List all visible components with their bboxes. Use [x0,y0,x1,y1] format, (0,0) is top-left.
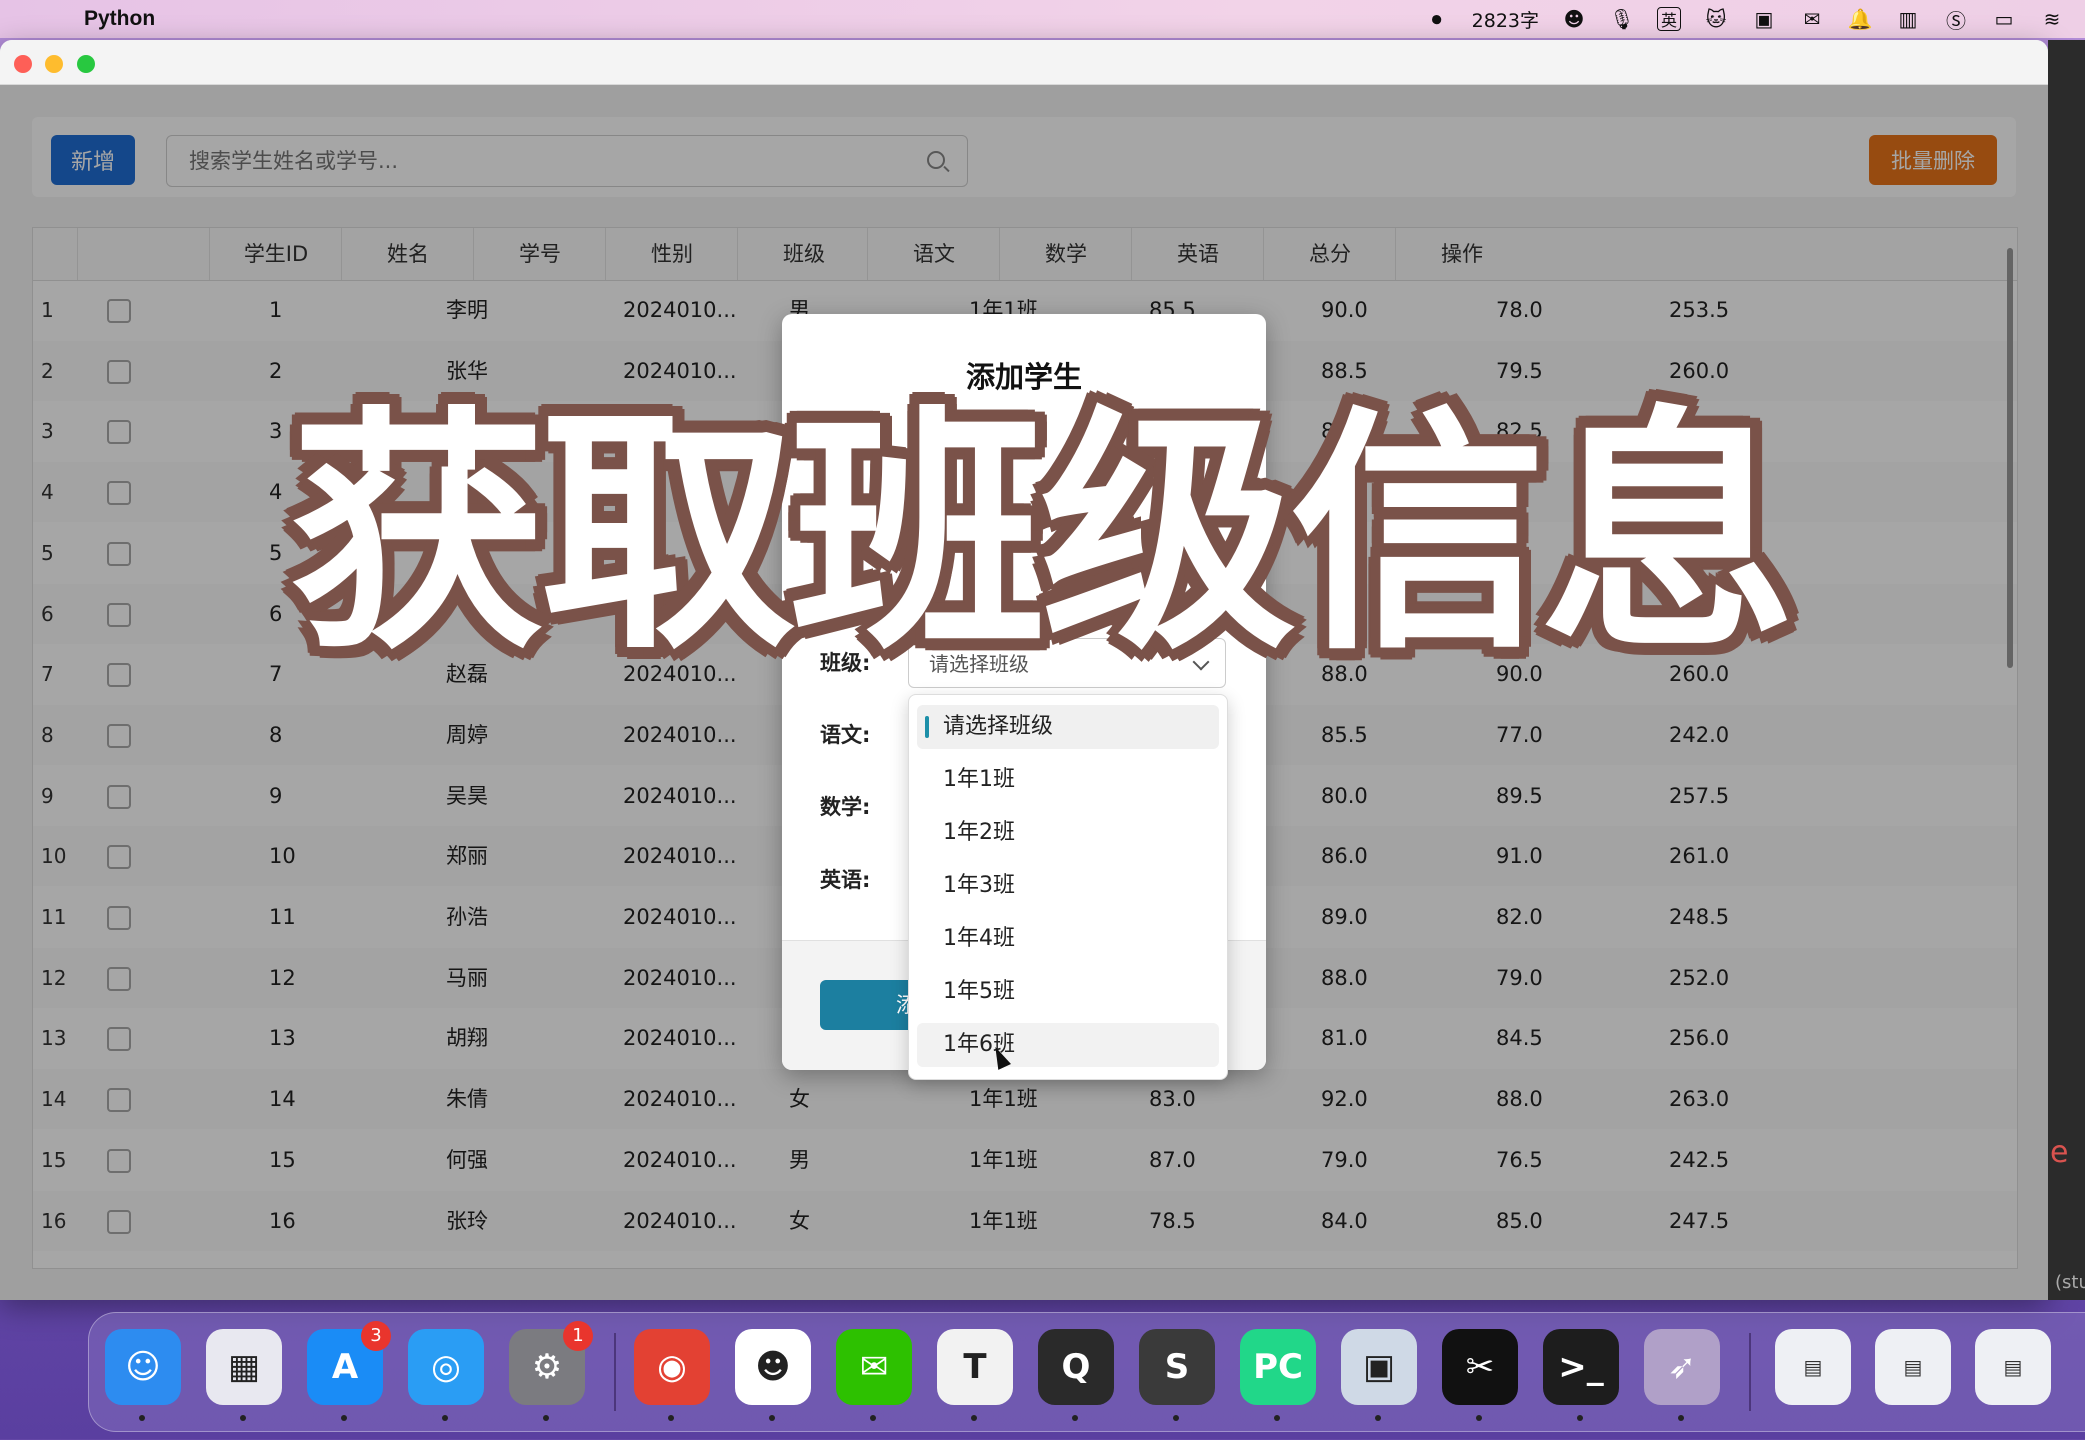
zoom-window-button[interactable] [77,55,95,73]
running-indicator [139,1415,145,1421]
photo-icon[interactable]: ▣ [1751,6,1777,32]
quicktime-icon: Q [1061,1347,1091,1387]
dock-app-finder[interactable]: ☺ [105,1329,181,1421]
cat-icon[interactable]: 🐱 [1703,6,1729,32]
bell-icon[interactable]: 🔔 [1847,6,1873,32]
app-store-icon: A [331,1347,359,1387]
running-indicator [1577,1415,1583,1421]
sublime-text-icon: S [1164,1347,1190,1387]
dropdown-option[interactable]: 1年2班 [917,811,1219,855]
dropdown-option[interactable]: 1年1班 [917,758,1219,802]
record-icon[interactable]: ⏺ [1424,6,1450,32]
dropdown-option[interactable]: 1年3班 [917,864,1219,908]
running-indicator [1678,1415,1684,1421]
running-indicator [1173,1415,1179,1421]
dock-app-system-settings[interactable]: ⚙ 1 [509,1321,593,1421]
active-app-name[interactable]: Python [84,7,155,31]
dock-app-safari[interactable]: ◎ [408,1329,484,1421]
preview-icon: ▣ [1362,1347,1396,1387]
dock-app-sublime-text[interactable]: S [1139,1329,1215,1421]
minimize-window-button[interactable] [45,55,63,73]
dock: ☺ ▦ A 3 ◎ ⚙ 1 ◉ ☻ ✉ T Q S PC ▣ ✂ >_ ➶ ▤ ▤ ▤ [88,1312,2085,1432]
background-text-fragment: e [2050,1135,2069,1170]
dock-app-chrome[interactable]: ◉ [634,1329,710,1421]
notification-badge: 1 [563,1321,593,1351]
dock-app-capcut[interactable]: ✂ [1442,1329,1518,1421]
running-indicator [240,1415,246,1421]
running-indicator [971,1415,977,1421]
typora-icon: T [963,1347,987,1387]
video-caption: 获取班级信息 [290,386,1796,684]
pycharm-icon: PC [1253,1347,1303,1387]
notification-badge: 3 [361,1321,391,1351]
emoji-icon[interactable]: ☻ [1561,6,1587,32]
dock-separator [1749,1333,1751,1411]
window-thumbnail-icon: ▤ [1903,1355,1923,1379]
safari-icon: ◎ [431,1347,461,1387]
dock-app-rocket[interactable]: ➶ [1644,1329,1720,1421]
word-count: 2823字 [1471,9,1539,32]
ime-icon[interactable]: 英 [1657,7,1681,31]
background-window-edge [2048,40,2085,1300]
running-indicator [442,1415,448,1421]
dropdown-option[interactable]: 请选择班级 [917,705,1219,749]
math-label: 数学: [820,795,871,819]
running-indicator [1072,1415,1078,1421]
title-bar [0,40,2048,85]
mic-icon[interactable]: 🎙 [1609,6,1635,32]
dropdown-option[interactable]: 1年5班 [917,970,1219,1014]
dropdown-option[interactable]: 1年4班 [917,917,1219,961]
dock-app-qq[interactable]: ☻ [735,1329,811,1421]
running-indicator [543,1415,549,1421]
running-indicator [341,1415,347,1421]
minimized-window-thumbnail[interactable]: ▤ [1975,1329,2051,1405]
apple-icon[interactable] [34,8,54,30]
running-indicator [1476,1415,1482,1421]
dock-app-launchpad[interactable]: ▦ [206,1329,282,1421]
window-thumbnail-icon: ▤ [2003,1355,2023,1379]
minimized-window-thumbnail[interactable]: ▤ [1775,1329,1851,1405]
class-dropdown-menu: 请选择班级 1年1班 1年2班 1年3班 1年4班 1年5班 1年6班 [908,694,1228,1080]
running-indicator [769,1415,775,1421]
running-indicator [870,1415,876,1421]
running-indicator [668,1415,674,1421]
dock-app-quicktime[interactable]: Q [1038,1329,1114,1421]
dock-app-typora[interactable]: T [937,1329,1013,1421]
background-text-fragment-2: (stu [2055,1272,2085,1293]
dock-app-app-store[interactable]: A3 [307,1321,391,1421]
english-label: 英语: [820,868,871,892]
battery-icon[interactable]: ▭ [1991,6,2017,32]
minimized-window-thumbnail[interactable]: ▤ [1875,1329,1951,1405]
close-window-button[interactable] [14,55,32,73]
window-thumbnail-icon: ▤ [1803,1355,1823,1379]
dropdown-option[interactable]: 1年6班 [917,1023,1219,1067]
launchpad-icon: ▦ [227,1347,261,1387]
dock-app-wechat[interactable]: ✉ [836,1329,912,1421]
status-area: ⏺ 2823字 ☻ 🎙 英 🐱 ▣ ✉ 🔔 ▥ Ⓢ ▭ ≋ [1424,0,2065,38]
layout-icon[interactable]: ▥ [1895,6,1921,32]
qq-icon: ☻ [755,1347,791,1387]
system-settings-icon: ⚙ [531,1347,563,1387]
dock-app-preview[interactable]: ▣ [1341,1329,1417,1421]
wechat-icon[interactable]: ✉ [1799,6,1825,32]
dock-app-terminal[interactable]: >_ [1543,1329,1619,1421]
running-indicator [1375,1415,1381,1421]
rocket-icon: ➶ [1667,1347,1697,1387]
running-indicator [1274,1415,1280,1421]
wechat-icon: ✉ [859,1347,889,1387]
dock-separator [614,1333,616,1411]
menu-bar: Python ⏺ 2823字 ☻ 🎙 英 🐱 ▣ ✉ 🔔 ▥ Ⓢ ▭ ≋ [0,0,2085,38]
chrome-icon: ◉ [657,1347,687,1387]
wifi-icon[interactable]: ≋ [2039,6,2065,32]
dock-app-pycharm[interactable]: PC [1240,1329,1316,1421]
capcut-icon: ✂ [1465,1347,1495,1387]
chinese-label: 语文: [820,723,871,747]
terminal-icon: >_ [1558,1347,1604,1387]
s-icon[interactable]: Ⓢ [1943,6,1969,33]
finder-icon: ☺ [125,1347,161,1387]
